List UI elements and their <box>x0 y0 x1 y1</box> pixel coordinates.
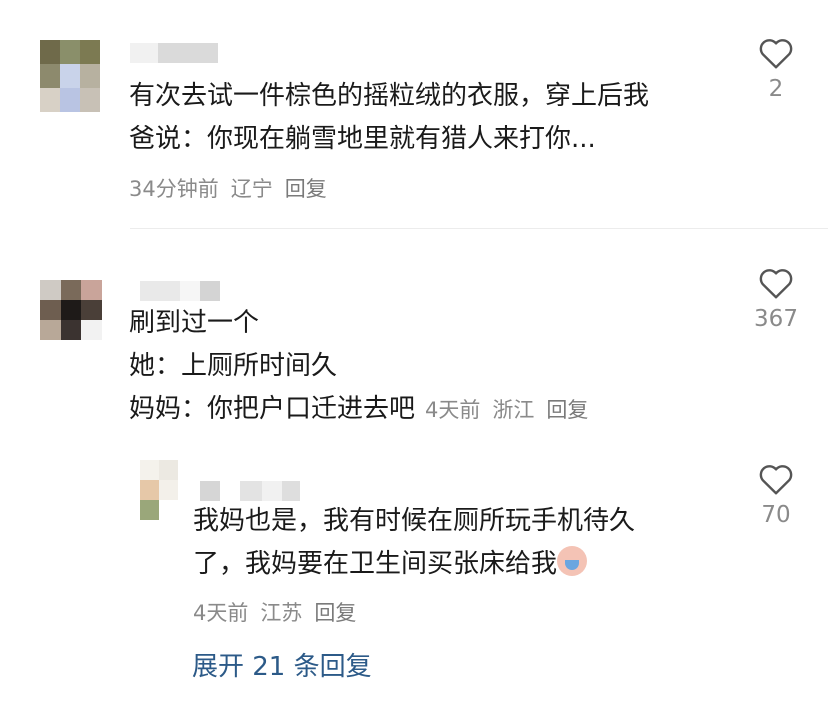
comment-text-line: 刷到过一个 <box>129 308 260 338</box>
avatar[interactable] <box>40 280 102 340</box>
like-count: 70 <box>761 502 791 528</box>
avatar[interactable] <box>140 460 178 520</box>
location: 江苏 <box>260 601 303 625</box>
crying-face-emoji-icon <box>557 546 588 576</box>
reply-text: 我妈也是，我有时候在厕所玩手机待久 了，我妈要在卫生间买张床给我 <box>193 500 635 586</box>
comment-text-line: 妈妈：你把户口迁进去吧 4天前 浙江 回复 <box>129 388 600 432</box>
like-button[interactable]: 70 <box>746 462 806 528</box>
expand-replies-button[interactable]: 展开 21 条回复 <box>192 646 372 683</box>
reply-meta: 4天前 江苏 回复 <box>193 597 368 627</box>
like-count: 367 <box>754 306 798 332</box>
reply-text-line: 了，我妈要在卫生间买张床给我 <box>193 543 635 586</box>
avatar[interactable] <box>40 40 100 112</box>
comment-text: 有次去试一件棕色的摇粒绒的衣服，穿上后我 爸说：你现在躺雪地里就有猎人来打你..… <box>129 75 649 161</box>
heart-icon <box>759 39 793 69</box>
reply-text-line-content: 了，我妈要在卫生间买张床给我 <box>193 549 558 579</box>
like-button[interactable]: 367 <box>746 266 806 332</box>
username[interactable] <box>200 481 300 501</box>
reply-button[interactable]: 回复 <box>285 177 327 201</box>
username[interactable] <box>140 281 220 301</box>
comment-text: 刷到过一个 她：上厕所时间久 妈妈：你把户口迁进去吧 4天前 浙江 回复 <box>129 302 600 432</box>
reply-button[interactable]: 回复 <box>546 398 588 422</box>
divider <box>130 228 828 229</box>
heart-icon <box>759 269 793 299</box>
location: 辽宁 <box>230 177 273 201</box>
timestamp: 34分钟前 <box>129 177 219 201</box>
comment-meta: 34分钟前 辽宁 回复 <box>129 173 339 203</box>
reply-text-line: 我妈也是，我有时候在厕所玩手机待久 <box>193 506 636 536</box>
comment-text-line-content: 妈妈：你把户口迁进去吧 <box>129 394 416 424</box>
like-button[interactable]: 2 <box>746 36 806 102</box>
comment-text-line: 她：上厕所时间久 <box>129 351 338 381</box>
timestamp: 4天前 <box>425 398 481 422</box>
reply-button[interactable]: 回复 <box>314 601 356 625</box>
location: 浙江 <box>492 398 535 422</box>
heart-icon <box>759 465 793 495</box>
comment-text-line: 爸说：你现在躺雪地里就有猎人来打你... <box>129 124 596 154</box>
username[interactable] <box>130 43 218 63</box>
comment-meta: 4天前 浙江 回复 <box>425 389 600 432</box>
timestamp: 4天前 <box>193 601 249 625</box>
comment-text-line: 有次去试一件棕色的摇粒绒的衣服，穿上后我 <box>129 81 650 111</box>
like-count: 2 <box>768 76 784 102</box>
